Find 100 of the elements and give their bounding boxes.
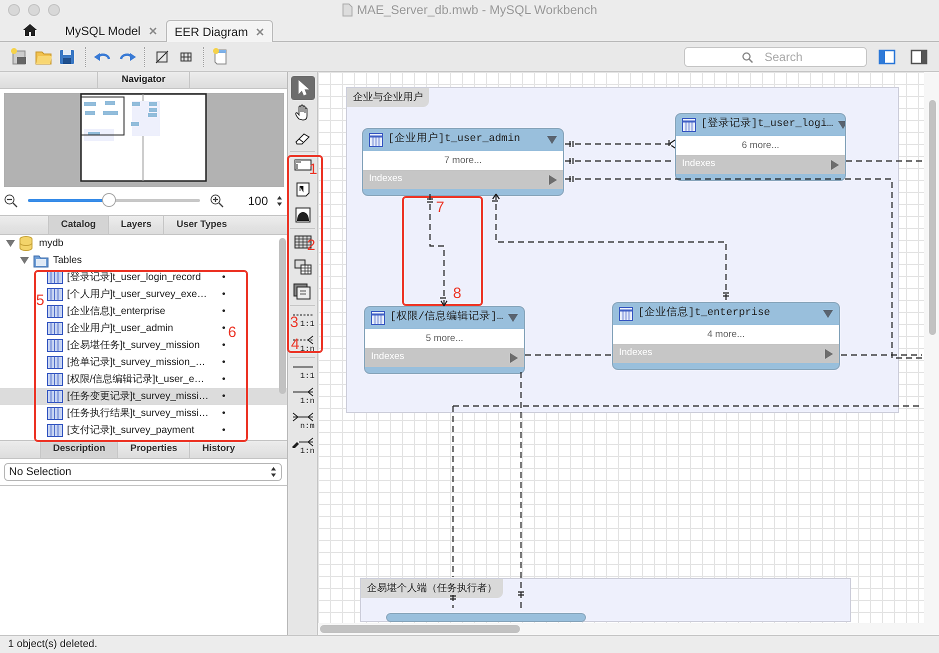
expand-icon[interactable] xyxy=(831,160,839,170)
panel-tab[interactable]: Layers xyxy=(108,216,164,234)
table-entity[interactable]: [企业信息]t_enterprise 4 more... Indexes xyxy=(612,302,840,370)
expand-icon[interactable] xyxy=(549,174,557,184)
status-dot: • xyxy=(222,424,226,438)
table-icon xyxy=(47,406,63,421)
table-icon xyxy=(371,311,385,325)
table-entity[interactable]: [企业用户]t_user_admin 7 more... Indexes xyxy=(362,128,564,196)
tree-item[interactable]: [企业信息]t_enterprise • xyxy=(47,303,226,320)
relationship-line[interactable] xyxy=(426,193,449,307)
table-icon xyxy=(47,304,63,319)
table-icon xyxy=(47,423,63,438)
status-dot: • xyxy=(222,373,226,387)
document-tab[interactable]: MySQL Model xyxy=(56,20,166,41)
relationship-tool[interactable]: 1:n xyxy=(290,384,314,408)
table-icon xyxy=(369,133,383,147)
annotation-number: 3 xyxy=(290,315,298,330)
search-field[interactable]: Search xyxy=(684,46,867,66)
annotation-number: 8 xyxy=(453,286,462,301)
tree-item[interactable]: [企易堪任务]t_survey_mission • xyxy=(47,337,226,354)
status-dot: • xyxy=(222,407,226,421)
expand-caret-icon[interactable] xyxy=(20,256,29,265)
table-icon xyxy=(682,118,696,132)
view-icon xyxy=(292,257,312,277)
table-entity[interactable]: [登录记录]t_user_logi… 6 more... Indexes xyxy=(675,113,846,181)
table-entity[interactable]: [权限/信息编辑记录]… 5 more... Indexes xyxy=(364,306,525,374)
annotation-number: 2 xyxy=(307,238,316,253)
scrollbar-thumb[interactable] xyxy=(279,238,286,394)
tree-item[interactable]: [支付记录]t_survey_payment • xyxy=(47,422,226,439)
status-dot: • xyxy=(222,305,226,319)
tree-item[interactable]: Tables xyxy=(20,252,82,269)
dropdown-icon[interactable] xyxy=(838,121,845,129)
database-icon xyxy=(19,236,35,251)
table-title: [登录记录]t_user_logi… xyxy=(701,117,834,132)
status-dot: • xyxy=(222,288,226,302)
more-columns-label[interactable]: 6 more... xyxy=(676,136,845,155)
folder-icon xyxy=(33,253,49,268)
panel-tab[interactable]: User Types xyxy=(163,216,239,234)
panel-tab[interactable]: History xyxy=(189,441,247,458)
zoom-out-icon[interactable] xyxy=(4,194,18,208)
relationship-line[interactable] xyxy=(517,371,525,609)
tree-item[interactable]: [任务执行结果]t_survey_missi… • xyxy=(47,405,226,422)
stepper-icon[interactable] xyxy=(276,195,283,207)
selection-dropdown[interactable]: No Selection xyxy=(4,463,282,481)
minimap-drawing[interactable] xyxy=(4,93,284,187)
undo-icon xyxy=(93,52,113,62)
table-icon xyxy=(47,372,63,387)
relationship-line[interactable] xyxy=(524,354,922,356)
dropdown-icon[interactable] xyxy=(508,314,518,322)
pointer-tool[interactable] xyxy=(290,76,314,100)
expand-icon[interactable] xyxy=(510,352,518,362)
expand-caret-icon[interactable] xyxy=(6,239,15,248)
tree-item[interactable]: mydb xyxy=(6,235,64,252)
tree-item[interactable]: [企业用户]t_user_admin • xyxy=(47,320,226,337)
panel-tab[interactable]: Properties xyxy=(117,441,190,458)
tree-item[interactable]: [登录记录]t_user_login_record • xyxy=(47,269,226,286)
expand-icon[interactable] xyxy=(825,348,833,358)
zoom-value[interactable]: 100 xyxy=(248,192,268,210)
close-icon[interactable] xyxy=(148,27,157,35)
layer-title: 企易堪个人端（任务执行者） xyxy=(361,579,503,598)
tree-item[interactable]: [权限/信息编辑记录]t_user_e… • xyxy=(47,371,226,388)
window-title: MAE_Server_db.mwb - MySQL Workbench xyxy=(356,2,598,19)
close-icon[interactable] xyxy=(256,28,264,36)
annotation-number: 1 xyxy=(309,162,318,177)
document-icon xyxy=(342,3,353,17)
table-icon xyxy=(47,338,63,353)
more-columns-label[interactable]: 7 more... xyxy=(363,151,563,170)
relationship-tool[interactable]: n:m xyxy=(290,409,314,433)
tree-item[interactable]: [任务变更记录]t_survey_missi… • xyxy=(0,388,287,405)
zoom-in-icon[interactable] xyxy=(210,194,224,208)
scrollbar-thumb[interactable] xyxy=(320,625,520,633)
scrollbar-thumb[interactable] xyxy=(929,100,936,335)
relationship-line[interactable] xyxy=(564,139,676,149)
relationship-tool[interactable]: 1:n xyxy=(290,434,314,458)
tree-item[interactable]: [抢单记录]t_survey_mission_… • xyxy=(47,354,226,371)
table-icon xyxy=(47,287,63,302)
layer-area[interactable]: 企易堪个人端（任务执行者） xyxy=(360,578,851,622)
status-bar: 1 object(s) deleted. xyxy=(0,635,939,653)
status-dot: • xyxy=(222,322,226,336)
relationship-line[interactable] xyxy=(564,157,922,165)
more-columns-label[interactable]: 4 more... xyxy=(613,325,839,344)
redo-icon xyxy=(117,52,137,62)
panel-tab[interactable]: Catalog xyxy=(48,216,108,234)
table-icon xyxy=(47,270,63,285)
document-tab[interactable]: EER Diagram xyxy=(166,20,273,42)
relationship-tool[interactable]: 1:1 xyxy=(290,359,314,383)
panel-tab[interactable]: Description xyxy=(40,441,118,458)
dropdown-icon[interactable] xyxy=(823,310,833,318)
status-dot: • xyxy=(222,271,226,285)
status-dot: • xyxy=(222,356,226,370)
tree-item[interactable]: [个人用户]t_user_survey_exe… • xyxy=(47,286,226,303)
table-title: [企业用户]t_user_admin xyxy=(388,132,522,148)
table-icon xyxy=(619,307,633,321)
dropdown-icon[interactable] xyxy=(547,136,557,144)
routine-icon xyxy=(292,282,312,302)
table-icon xyxy=(47,355,63,370)
zoom-slider-thumb[interactable] xyxy=(102,193,116,207)
table-icon xyxy=(47,321,63,336)
zoom-slider[interactable] xyxy=(26,193,202,209)
more-columns-label[interactable]: 5 more... xyxy=(365,329,524,348)
